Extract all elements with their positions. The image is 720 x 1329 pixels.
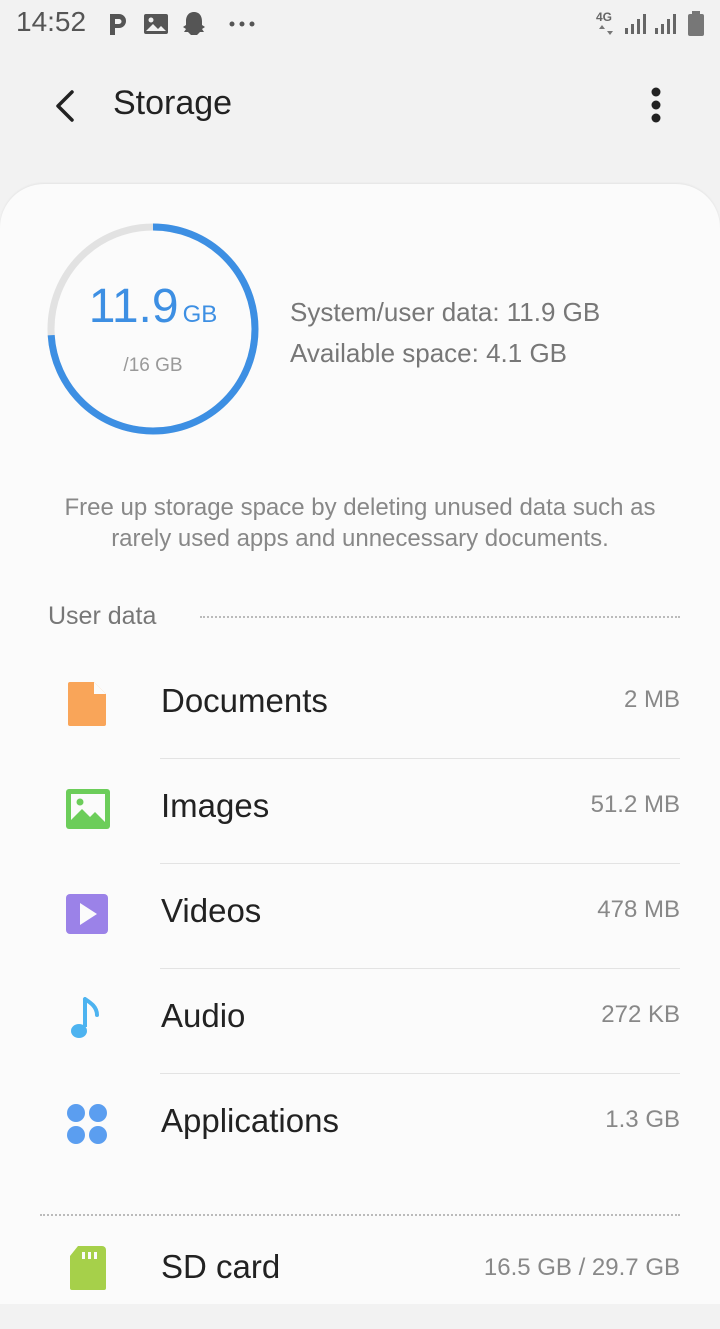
item-label: Images <box>161 787 270 824</box>
item-size: 1.3 GB <box>605 1106 680 1133</box>
item-size: 16.5 GB / 29.7 GB <box>483 1254 680 1281</box>
status-time: 14:52 <box>16 6 87 37</box>
music-note-icon <box>71 997 99 1038</box>
list-item-documents[interactable]: Documents 2 MB <box>0 654 720 759</box>
item-size: 51.2 MB <box>590 791 680 818</box>
ghost-icon <box>183 12 205 35</box>
p-icon <box>110 14 126 35</box>
data-arrows-icon <box>599 25 613 35</box>
item-size: 478 MB <box>597 896 680 923</box>
list-item-applications[interactable]: Applications 1.3 GB <box>0 1074 720 1179</box>
system-user-data: System/user data: 11.9 GB <box>290 297 601 327</box>
image-icon <box>144 14 168 34</box>
video-icon <box>66 894 108 934</box>
item-label: SD card <box>161 1248 281 1285</box>
used-storage: 11.9 GB <box>46 279 260 334</box>
section-divider <box>200 616 680 618</box>
apps-icon <box>67 1104 107 1144</box>
total-storage: /16 GB <box>123 355 183 376</box>
battery-icon <box>688 11 704 36</box>
app-bar: Storage <box>0 56 720 156</box>
back-button[interactable] <box>40 78 90 134</box>
network-type: 4G <box>596 10 613 24</box>
item-size: 2 MB <box>623 686 680 713</box>
list-item-sd-card[interactable]: SD card 16.5 GB / 29.7 GB <box>0 1224 720 1329</box>
item-label: Audio <box>161 997 246 1034</box>
image-icon <box>66 789 110 829</box>
more-dots-icon <box>229 21 255 27</box>
section-header-user-data: User data <box>48 602 157 630</box>
section-divider <box>40 1214 680 1216</box>
status-bar: 14:52 4G <box>0 0 720 50</box>
list-item-images[interactable]: Images 51.2 MB <box>0 759 720 864</box>
signal-icon <box>655 14 676 34</box>
item-label: Videos <box>161 892 262 929</box>
storage-stats: System/user data: 11.9 GB Available spac… <box>290 292 600 374</box>
signal-icon <box>625 14 646 34</box>
used-unit: GB <box>182 301 218 328</box>
more-options-button[interactable] <box>636 78 676 134</box>
document-icon <box>68 682 106 726</box>
item-label: Documents <box>161 682 328 719</box>
storage-card: 11.9 GB /16 GB System/user data: 11.9 GB … <box>0 184 720 1304</box>
list-item-audio[interactable]: Audio 272 KB <box>0 969 720 1074</box>
item-size: 272 KB <box>601 1001 680 1028</box>
item-label: Applications <box>161 1102 339 1139</box>
sd-card-icon <box>70 1246 106 1290</box>
available-space: Available space: 4.1 GB <box>290 338 568 368</box>
used-value: 11.9 <box>88 280 179 333</box>
page-title: Storage <box>113 84 233 122</box>
free-up-hint: Free up storage space by deleting unused… <box>64 494 656 552</box>
list-item-videos[interactable]: Videos 478 MB <box>0 864 720 969</box>
